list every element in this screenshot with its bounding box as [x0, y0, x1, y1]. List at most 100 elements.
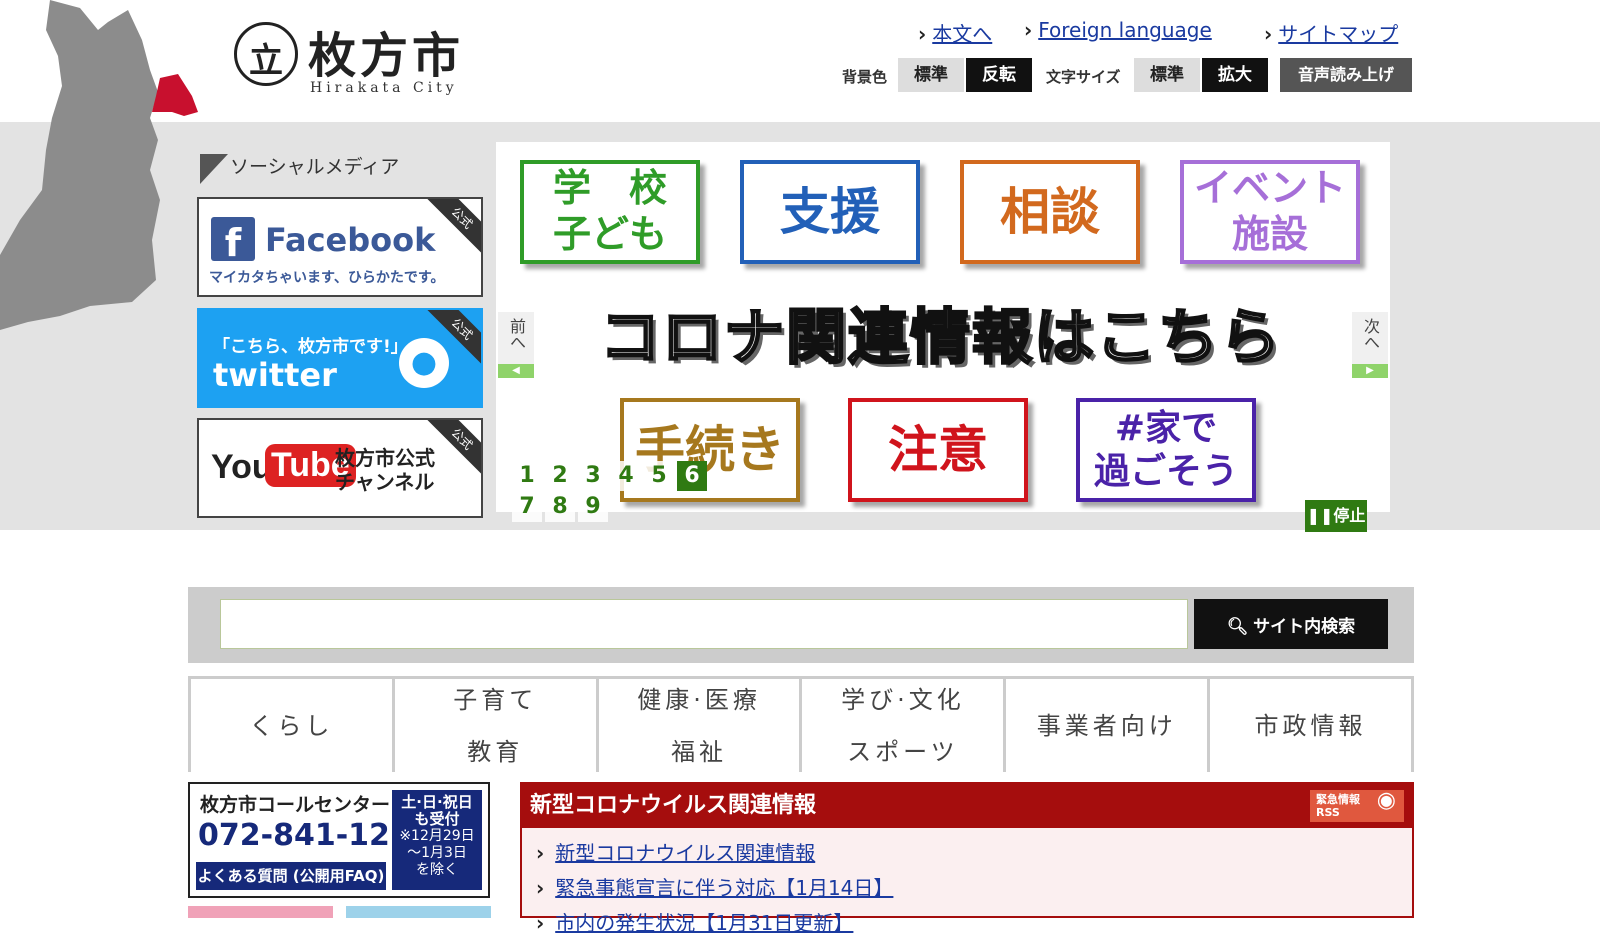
- covid-info-link[interactable]: 新型コロナウイルス関連情報: [555, 841, 815, 865]
- outbreak-status-link[interactable]: 市内の発生状況【1月31日更新】: [555, 911, 853, 935]
- next-label: 次へ: [1361, 318, 1380, 350]
- category-line: イベント: [1193, 166, 1346, 211]
- youtube-banner[interactable]: You Tube 枚方市公式 チャンネル 公式: [197, 418, 483, 518]
- hours-note: を除く: [416, 862, 458, 878]
- next-arrow-icon: ▶: [1352, 364, 1388, 378]
- slide-dot-1[interactable]: 1: [512, 461, 542, 491]
- voice-readout-button[interactable]: 音声読み上げ: [1280, 58, 1412, 92]
- category-stay-home[interactable]: #家で 過ごそう: [1076, 398, 1256, 502]
- slider-pagination: 123456 789: [512, 460, 732, 522]
- nav-label: 子育て: [453, 685, 538, 714]
- slide-dot-6[interactable]: 6: [677, 461, 707, 491]
- rss-icon: ◉: [1376, 788, 1396, 813]
- covid-info-panel: 新型コロナウイルス関連情報 緊急情報 RSS ◉ 新型コロナウイルス関連情報 緊…: [520, 782, 1414, 935]
- hero-area: ソーシャルメディア f Facebook マイカタちゃいます、ひらかたです。 公…: [0, 122, 1600, 532]
- nav-business[interactable]: 事業者向け: [1003, 679, 1207, 772]
- search-input[interactable]: [220, 599, 1188, 649]
- slide-dot-9[interactable]: 9: [578, 492, 608, 522]
- slide-dot-8[interactable]: 8: [545, 492, 575, 522]
- site-logo[interactable]: 枚方市: [308, 16, 464, 86]
- slide-dot-5[interactable]: 5: [644, 461, 674, 491]
- hours-note: ※12月29日: [399, 828, 475, 844]
- nav-label: 教育: [467, 737, 524, 766]
- covid-link-list: 新型コロナウイルス関連情報 緊急事態宣言に伴う対応【1月14日】 市内の発生状況…: [536, 836, 893, 941]
- category-school-children[interactable]: 学 校子ども: [520, 160, 700, 264]
- twitter-tagline: 「こちら、枚方市です!」: [213, 337, 408, 357]
- bg-color-label: 背景色: [842, 68, 888, 86]
- foreign-language-link[interactable]: Foreign language: [1024, 18, 1212, 42]
- emblem-kanji: 立: [249, 41, 283, 81]
- banner-slider[interactable]: 学 校子ども 支援 相談 イベント 施設 コロナ関連情報はこちら 手続き 注意 #…: [496, 142, 1390, 532]
- banner-tile[interactable]: [188, 906, 333, 918]
- twitter-bird-icon: ●: [399, 338, 449, 388]
- slider-next-button[interactable]: 次へ ▶: [1352, 312, 1388, 378]
- youtube-line1: 枚方市公式: [335, 446, 435, 470]
- call-center-banner[interactable]: 枚方市コールセンター 072-841-1221 よくある質問 (公開用FAQ) …: [188, 782, 490, 898]
- hours-note: 〜1月3日: [407, 845, 467, 861]
- site-header: 立 枚方市 Hirakata City 本文へ Foreign language…: [0, 0, 1600, 122]
- sitemap-link[interactable]: サイトマップ: [1264, 18, 1398, 47]
- twitter-banner[interactable]: 「こちら、枚方市です!」 twitter ● 公式: [197, 308, 483, 408]
- list-item: 市内の発生状況【1月31日更新】: [536, 906, 893, 941]
- facebook-subtext: マイカタちゃいます、ひらかたです。: [209, 270, 445, 286]
- nav-city-info[interactable]: 市政情報: [1207, 679, 1414, 772]
- category-line: 相談: [1000, 183, 1100, 241]
- category-line: 子ども: [552, 212, 667, 256]
- category-consultation[interactable]: 相談: [960, 160, 1140, 264]
- nav-culture-sports[interactable]: 学び·文化スポーツ: [799, 679, 1003, 772]
- list-item: 緊急事態宣言に伴う対応【1月14日】: [536, 871, 893, 906]
- font-size-label: 文字サイズ: [1046, 68, 1121, 86]
- global-nav: くらし 子育て教育 健康·医療 福祉 学び·文化スポーツ 事業者向け 市政情報: [188, 676, 1414, 772]
- city-emblem-icon[interactable]: 立: [234, 22, 298, 86]
- banner-tile[interactable]: [346, 906, 491, 918]
- search-bar: 🔍︎ サイト内検索: [188, 587, 1414, 663]
- nav-label: 学び·文化: [841, 685, 965, 714]
- faq-link[interactable]: よくある質問 (公開用FAQ): [196, 862, 386, 890]
- category-caution[interactable]: 注意: [848, 398, 1028, 502]
- banner-title: コロナ関連情報はこちら: [599, 302, 1282, 375]
- sns-heading: ソーシャルメディア: [230, 156, 400, 178]
- site-search-button[interactable]: 🔍︎ サイト内検索: [1194, 599, 1388, 649]
- bg-standard-button[interactable]: 標準: [898, 58, 964, 92]
- site-logo-sub: Hirakata City: [310, 80, 458, 96]
- covid-panel-title: 新型コロナウイルス関連情報: [522, 784, 1412, 828]
- nav-label: 市政情報: [1254, 711, 1367, 740]
- skip-to-content-link[interactable]: 本文へ: [918, 18, 992, 47]
- slider-stop-button[interactable]: ❚❚停止: [1305, 500, 1367, 532]
- nav-childcare-education[interactable]: 子育て 教育: [391, 679, 596, 772]
- slider-prev-button[interactable]: 前へ ◀: [498, 312, 534, 378]
- nav-label: スポーツ: [847, 737, 959, 766]
- stop-label: 停止: [1333, 506, 1366, 525]
- pause-icon: ❚❚: [1306, 506, 1334, 525]
- facebook-icon: f: [211, 217, 255, 265]
- list-item: 新型コロナウイルス関連情報: [536, 836, 893, 871]
- category-event-facility[interactable]: イベント 施設: [1180, 160, 1360, 264]
- hours-line: も受付: [414, 810, 460, 828]
- font-large-button[interactable]: 拡大: [1202, 58, 1268, 92]
- category-line: 学 校: [552, 166, 667, 211]
- slide-dot-3[interactable]: 3: [578, 461, 608, 491]
- nav-life[interactable]: くらし: [188, 679, 392, 772]
- youtube-channel-text: 枚方市公式 チャンネル: [335, 446, 435, 494]
- font-standard-button[interactable]: 標準: [1134, 58, 1200, 92]
- category-line: 施設: [1231, 212, 1308, 256]
- call-center-title: 枚方市コールセンター: [200, 794, 391, 816]
- bg-invert-button[interactable]: 反転: [966, 58, 1032, 92]
- osaka-map-icon: [0, 0, 198, 330]
- nav-label: 福祉: [671, 737, 728, 766]
- prev-arrow-icon: ◀: [498, 364, 534, 378]
- hours-line: 土·日·祝日: [401, 793, 473, 811]
- slide-dot-4[interactable]: 4: [611, 461, 641, 491]
- prev-label: 前へ: [507, 318, 526, 350]
- emergency-response-link[interactable]: 緊急事態宣言に伴う対応【1月14日】: [555, 876, 893, 900]
- nav-health-welfare[interactable]: 健康·医療 福祉: [595, 679, 800, 772]
- category-line: 注意: [888, 421, 988, 479]
- category-support[interactable]: 支援: [740, 160, 920, 264]
- category-line: #家で: [1114, 407, 1218, 449]
- facebook-banner[interactable]: f Facebook マイカタちゃいます、ひらかたです。 公式: [197, 197, 483, 297]
- youtube-logo-you: You: [211, 448, 273, 486]
- nav-label: くらし: [249, 711, 334, 740]
- slide-dot-7[interactable]: 7: [512, 492, 542, 522]
- emergency-rss-button[interactable]: 緊急情報 RSS ◉: [1310, 790, 1404, 822]
- slide-dot-2[interactable]: 2: [545, 461, 575, 491]
